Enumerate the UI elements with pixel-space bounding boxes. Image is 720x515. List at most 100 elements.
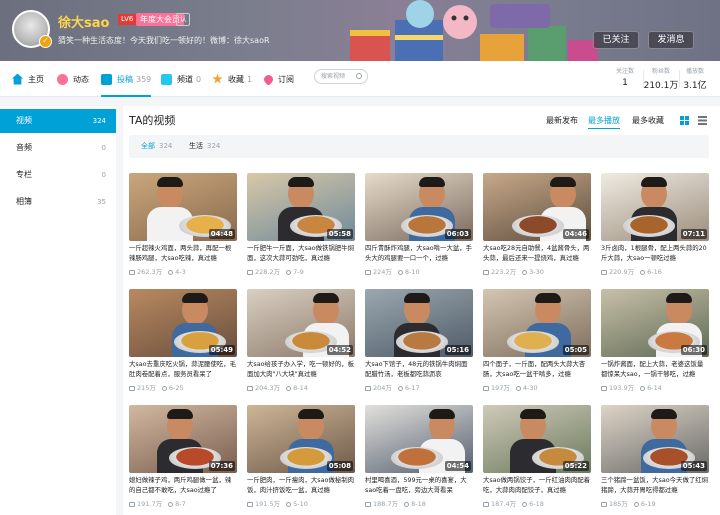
video-meta: 220.9万 6-16 <box>601 266 662 276</box>
video-title[interactable]: 一斤肥牛一斤面，大sao做铁锅肥牛焖面，这次大蒜可劲吃，真过瘾 <box>247 243 355 263</box>
video-title[interactable]: 一斤超辣火鸡面，两头蒜，再配一根辣肠鸡腿，大sao吃辣，真过瘾 <box>129 243 237 263</box>
video-card[interactable]: 07:36 媳妇做辣子鸡，两斤鸡腿做一盆，辣的自己都不敢吃，大sao过瘾了 191.… <box>129 405 237 515</box>
clock-icon <box>397 269 403 275</box>
video-thumbnail[interactable]: 04:54 <box>365 405 473 473</box>
sort-most-favorited[interactable]: 最多收藏 <box>632 115 664 126</box>
video-card[interactable]: 06:30 一锅炸酱面，配上大蒜，老婆这饭量都惊呆大sao，一锅干够吃，过瘾 193… <box>601 289 709 399</box>
video-title[interactable]: 三个猪蹄一盆饭，大sao今天做了红焖猪蹄，大蒜开胃吃得都过瘾 <box>601 475 709 495</box>
play-count-icon <box>483 269 489 275</box>
tab-subscribe[interactable]: 订阅 <box>262 61 294 97</box>
video-title[interactable]: 大sao做两锅饺子，一斤红油肉肉配着吃，大蒜肉肉配饺子，真过瘾 <box>483 475 591 495</box>
video-thumbnail[interactable]: 04:52 <box>247 289 355 357</box>
video-thumbnail[interactable]: 04:46 <box>483 173 591 241</box>
clock-icon <box>286 269 292 275</box>
follow-button[interactable]: 已关注 <box>593 31 639 49</box>
grid-view-icon[interactable] <box>680 116 689 125</box>
play-count-icon <box>247 501 253 507</box>
video-card[interactable]: 05:05 四个面子，一斤面，配两头大蒜大杏肠，大sao吃一盆干啃多，过瘾 197万… <box>483 289 591 399</box>
person-hair <box>535 293 561 303</box>
video-thumbnail[interactable]: 06:03 <box>365 173 473 241</box>
video-card[interactable]: 05:43 三个猪蹄一盆饭，大sao今天做了红焖猪蹄，大蒜开胃吃得都过瘾 185万 6… <box>601 405 709 515</box>
search-icon[interactable] <box>356 73 362 79</box>
person-hair <box>157 177 183 187</box>
video-thumbnail[interactable]: 05:08 <box>247 405 355 473</box>
food-plate <box>623 215 675 237</box>
clock-icon <box>397 385 403 391</box>
video-thumbnail[interactable]: 05:05 <box>483 289 591 357</box>
video-card[interactable]: 05:16 大sao下馆子，48元的铁锅牛肉焖面配腊竹汤，老板都吃蒜沥哀 204万 6… <box>365 289 473 399</box>
sidebar-item-count: 324 <box>92 117 106 125</box>
filter-all[interactable]: 全部 324 <box>141 135 172 158</box>
star-icon <box>212 73 223 84</box>
sidebar-item-article[interactable]: 专栏 0 <box>0 163 116 187</box>
sidebar-item-album[interactable]: 相簿 35 <box>0 190 116 214</box>
tab-channel[interactable]: 频道 0 <box>161 61 201 97</box>
video-thumbnail[interactable]: 05:22 <box>483 405 591 473</box>
video-card[interactable]: 04:48 一斤超辣火鸡面，两头蒜，再配一根辣肠鸡腿，大sao吃辣，真过瘾 262.… <box>129 173 237 283</box>
section-title: TA的视频 <box>129 114 176 127</box>
video-title[interactable]: 大sao给孩子办入学，吃一顿好的，板面加大肉"八大块"真过瘾 <box>247 359 355 379</box>
tab-feed[interactable]: 动态 <box>57 61 89 97</box>
avatar[interactable]: ✓ <box>12 10 52 48</box>
video-meta: 224万 8-10 <box>365 266 420 276</box>
stat-following[interactable]: 关注数 1 <box>607 66 643 88</box>
video-card[interactable]: 05:49 大sao去重庆吃火锅，蒜泥腰使吃，毛肚肉卷配着点，服务员看呆了 215万… <box>129 289 237 399</box>
video-thumbnail[interactable]: 07:36 <box>129 405 237 473</box>
stat-fans[interactable]: 粉丝数 210.1万 <box>643 66 679 91</box>
sidebar-item-audio[interactable]: 音频 0 <box>0 136 116 160</box>
video-title[interactable]: 大sao吃28元自助餐，4盆酱骨头，两头蒜，最后还来一提烧鸡，真过瘾 <box>483 243 591 263</box>
stat-following-value: 1 <box>622 78 628 88</box>
video-thumbnail[interactable]: 05:49 <box>129 289 237 357</box>
video-card[interactable]: 04:52 大sao给孩子办入学，吃一顿好的，板面加大肉"八大块"真过瘾 204.3… <box>247 289 355 399</box>
video-search-input[interactable]: 搜索视频 <box>314 69 368 84</box>
video-card[interactable]: 04:54 村里喝喜酒，599元一桌的喜宴，大sao吃着一盘吃，旁边大哥看呆 188… <box>365 405 473 515</box>
video-thumbnail[interactable]: 04:48 <box>129 173 237 241</box>
video-title[interactable]: 大sao去重庆吃火锅，蒜泥腰使吃，毛肚肉卷配着点，服务员看呆了 <box>129 359 237 379</box>
video-card[interactable]: 07:11 3斤卤肉，1根腿骨，配上两头蒜的20斤大蒜，大sao一顿吃过瘾 220.… <box>601 173 709 283</box>
video-thumbnail[interactable]: 06:30 <box>601 289 709 357</box>
person-hair <box>167 409 193 419</box>
video-card[interactable]: 05:22 大sao做两锅饺子，一斤红油肉肉配着吃，大蒜肉肉配饺子，真过瘾 187.… <box>483 405 591 515</box>
video-card[interactable]: 05:08 一斤肥肉，一斤瘦肉，大sao做秘制肉饭，肉汁挤饭吃一盆，真过瘾 191.… <box>247 405 355 515</box>
tab-upload[interactable]: 投稿 359 <box>101 61 152 97</box>
tab-favorites[interactable]: 收藏 1 <box>212 61 252 97</box>
upload-date: 6-25 <box>168 384 184 392</box>
tab-home[interactable]: 主页 <box>12 61 44 97</box>
video-duration: 07:11 <box>680 229 707 239</box>
upload-date: 6-16 <box>647 268 662 276</box>
clock-icon <box>286 385 292 391</box>
sidebar-item-label: 相簿 <box>16 197 32 206</box>
sidebar-item-count: 0 <box>101 171 106 179</box>
video-title[interactable]: 四个面子，一斤面，配两头大蒜大杏肠，大sao吃一盆干啃多，过瘾 <box>483 359 591 379</box>
upload-icon <box>101 73 112 85</box>
video-thumbnail[interactable]: 05:43 <box>601 405 709 473</box>
list-view-icon[interactable] <box>698 116 707 125</box>
message-button[interactable]: 发消息 <box>648 31 694 49</box>
person-hair <box>520 409 546 419</box>
video-card[interactable]: 04:46 大sao吃28元自助餐，4盆酱骨头，两头蒜，最后还来一提烧鸡，真过瘾 2… <box>483 173 591 283</box>
video-title[interactable]: 一锅炸酱面，配上大蒜，老婆这饭量都惊呆大sao，一锅干够吃，过瘾 <box>601 359 709 379</box>
sidebar-item-video[interactable]: 视频 324 <box>0 109 116 133</box>
video-thumbnail[interactable]: 07:11 <box>601 173 709 241</box>
upload-date: 8-14 <box>293 384 308 392</box>
video-meta: 215万 6-25 <box>129 382 184 392</box>
video-thumbnail[interactable]: 05:58 <box>247 173 355 241</box>
video-card[interactable]: 05:58 一斤肥牛一斤面，大sao做铁锅肥牛焖面，这次大蒜可劲吃，真过瘾 228.… <box>247 173 355 283</box>
video-title[interactable]: 一斤肥肉，一斤瘦肉，大sao做秘制肉饭，肉汁挤饭吃一盆，真过瘾 <box>247 475 355 495</box>
filter-life[interactable]: 生活 324 <box>189 135 220 158</box>
video-card[interactable]: 06:03 四斤青酥炸鸡腿，大sao啃一大盆，手头大的鸡腿要一口一个，过瘾 224万… <box>365 173 473 283</box>
upload-date: 8-18 <box>411 500 426 508</box>
video-title[interactable]: 媳妇做辣子鸡，两斤鸡腿做一盆，辣的自己都不敢吃，大sao过瘾了 <box>129 475 237 495</box>
sort-most-played[interactable]: 最多播放 <box>588 115 620 129</box>
video-title[interactable]: 3斤卤肉，1根腿骨，配上两头蒜的20斤大蒜，大sao一顿吃过瘾 <box>601 243 709 263</box>
video-duration: 05:22 <box>562 461 589 471</box>
video-thumbnail[interactable]: 05:16 <box>365 289 473 357</box>
video-title[interactable]: 大sao下馆子，48元的铁锅牛肉焖面配腊竹汤，老板都吃蒜沥哀 <box>365 359 473 379</box>
sidebar-item-label: 音频 <box>16 143 32 152</box>
stat-following-label: 关注数 <box>615 68 634 75</box>
username[interactable]: 徐大sao <box>58 12 109 31</box>
sort-latest[interactable]: 最新发布 <box>546 115 578 126</box>
video-title[interactable]: 四斤青酥炸鸡腿，大sao啃一大盆，手头大的鸡腿要一口一个，过瘾 <box>365 243 473 263</box>
stat-plays: 播放数 3.1亿 <box>677 66 713 91</box>
video-title[interactable]: 村里喝喜酒，599元一桌的喜宴，大sao吃着一盘吃，旁边大哥看呆 <box>365 475 473 495</box>
